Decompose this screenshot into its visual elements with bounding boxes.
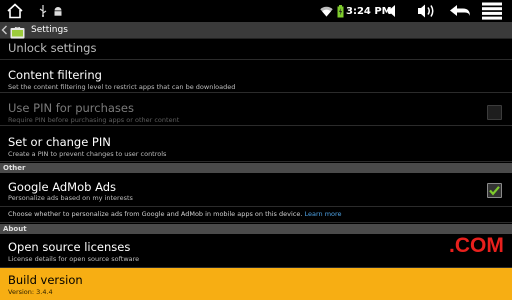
set-pin-item[interactable]: Set or change PIN Create a PIN to preven… — [0, 126, 512, 162]
admob-ads-checkbox[interactable] — [487, 183, 502, 198]
content-filtering-summary: Set the content filtering level to restr… — [8, 83, 236, 91]
build-version-summary: Version: 3.4.4 — [8, 288, 53, 296]
home-icon[interactable] — [6, 0, 24, 22]
unlock-settings-item[interactable]: Unlock settings — [0, 39, 512, 60]
section-header-about: About — [0, 224, 512, 234]
section-header-other: Other — [0, 163, 512, 173]
use-pin-title: Use PIN for purchases — [8, 101, 134, 115]
admob-info-row: Choose whether to personalize ads from G… — [0, 207, 512, 223]
build-version-item[interactable]: Build version Version: 3.4.4 — [0, 268, 512, 300]
market-app-icon[interactable] — [10, 24, 25, 39]
usb-icon — [39, 0, 47, 22]
build-version-title: Build version — [8, 273, 83, 287]
battery-charging-icon — [337, 0, 344, 22]
use-pin-checkbox — [487, 105, 502, 120]
admob-ads-title: Google AdMob Ads — [8, 180, 117, 194]
checkmark-icon — [489, 186, 500, 196]
menu-icon[interactable] — [482, 0, 502, 22]
learn-more-link[interactable]: Learn more — [304, 210, 341, 218]
wifi-icon — [320, 0, 333, 22]
back-icon[interactable] — [449, 0, 471, 22]
settings-list[interactable]: Unlock settings Content filtering Set th… — [0, 39, 512, 300]
action-bar: Settings — [0, 22, 512, 39]
admob-ads-item[interactable]: Google AdMob Ads Personalize ads based o… — [0, 173, 512, 207]
clock: 3:24 PM — [346, 5, 392, 17]
volume-down-icon[interactable] — [387, 0, 399, 22]
status-bar: 3:24 PM — [0, 0, 512, 22]
use-pin-item: Use PIN for purchases Require PIN before… — [0, 93, 512, 126]
page-title: Settings — [31, 25, 68, 35]
up-chevron-icon[interactable] — [1, 22, 8, 38]
watermark: .COM — [449, 234, 504, 257]
use-pin-summary: Require PIN before purchasing apps or ot… — [8, 116, 180, 124]
set-pin-summary: Create a PIN to prevent changes to user … — [8, 150, 167, 158]
volume-up-icon[interactable] — [417, 0, 437, 22]
open-source-licenses-summary: License details for open source software — [8, 255, 140, 263]
open-source-licenses-title: Open source licenses — [8, 240, 131, 254]
admob-info-text: Choose whether to personalize ads from G… — [8, 210, 342, 218]
set-pin-title: Set or change PIN — [8, 135, 111, 149]
admob-ads-summary: Personalize ads based on my interests — [8, 194, 133, 202]
admob-info-body: Choose whether to personalize ads from G… — [8, 210, 305, 218]
android-debug-icon — [53, 0, 63, 22]
content-filtering-item[interactable]: Content filtering Set the content filter… — [0, 60, 512, 93]
unlock-settings-title: Unlock settings — [8, 41, 97, 55]
open-source-licenses-item[interactable]: Open source licenses License details for… — [0, 234, 512, 268]
content-filtering-title: Content filtering — [8, 68, 102, 82]
